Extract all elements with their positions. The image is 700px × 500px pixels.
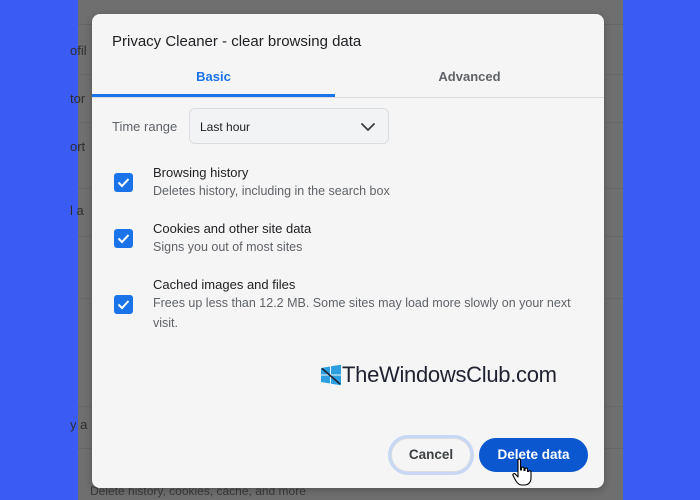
delete-data-button[interactable]: Delete data: [479, 438, 588, 472]
option-title: Browsing history: [153, 165, 249, 180]
option-description: Deletes history, including in the search…: [153, 184, 390, 198]
browsing-history-checkbox[interactable]: [114, 173, 133, 192]
option-title: Cached images and files: [153, 277, 296, 292]
option-cached-images: Cached images and files Frees up less th…: [92, 274, 604, 334]
watermark-text: TheWindowsClub.com: [342, 362, 557, 387]
checkmark-icon: [117, 234, 130, 244]
time-range-select[interactable]: Last hour: [189, 108, 389, 144]
chevron-down-icon: [361, 123, 375, 131]
hand-pointer-icon: [512, 458, 532, 486]
dialog-title: Privacy Cleaner - clear browsing data: [112, 33, 362, 50]
cookies-checkbox[interactable]: [114, 229, 133, 248]
option-browsing-history: Browsing history Deletes history, includ…: [92, 162, 604, 202]
time-range-label: Time range: [112, 119, 178, 134]
tab-advanced[interactable]: Advanced: [348, 64, 591, 98]
option-cookies: Cookies and other site data Signs you ou…: [92, 218, 604, 258]
windows-logo-icon: [321, 364, 341, 386]
active-tab-indicator: [92, 94, 335, 97]
settings-row-text: ofil: [70, 43, 87, 58]
cached-images-checkbox[interactable]: [114, 295, 133, 314]
settings-row-text: y a: [70, 417, 88, 432]
checkmark-icon: [117, 178, 130, 188]
option-description: Signs you out of most sites: [153, 240, 303, 254]
tab-basic[interactable]: Basic: [92, 64, 335, 98]
time-range-value: Last hour: [200, 120, 251, 134]
settings-row-text: tor: [70, 91, 86, 106]
option-title: Cookies and other site data: [153, 221, 312, 236]
settings-row-text: ort: [70, 139, 86, 154]
tab-bar: Basic Advanced: [92, 64, 604, 98]
checkmark-icon: [117, 300, 130, 310]
clear-browsing-data-dialog: Privacy Cleaner - clear browsing data Ba…: [92, 14, 604, 488]
settings-row-text: l a: [70, 203, 84, 218]
cancel-button[interactable]: Cancel: [391, 438, 471, 472]
option-description: Frees up less than 12.2 MB. Some sites m…: [153, 296, 571, 330]
